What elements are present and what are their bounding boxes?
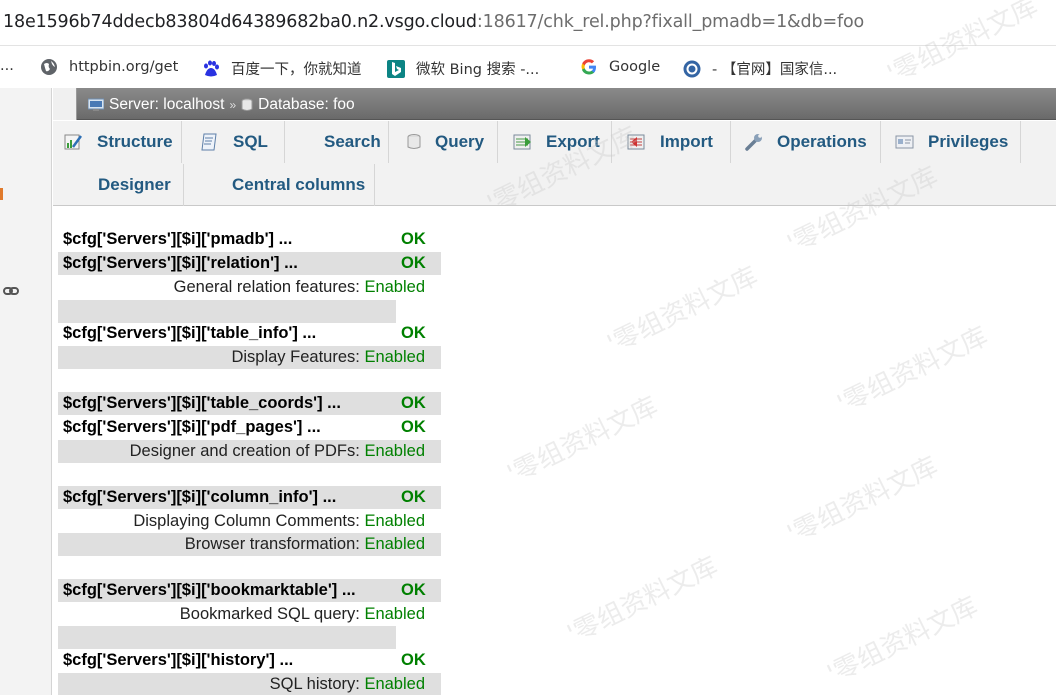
import-icon <box>627 134 645 150</box>
bookmarks-bar: ... httpbin.org/get 百度一下，你就知道 微软 Bing 搜索… <box>0 47 1056 87</box>
status-row-column-info: $cfg['Servers'][$i]['column_info'] ... O… <box>58 486 441 509</box>
status-row-pmadb: $cfg['Servers'][$i]['pmadb'] ... OK <box>63 230 426 248</box>
wrench-icon <box>745 134 762 151</box>
gov-icon <box>683 60 701 77</box>
status-ok: OK <box>401 230 426 248</box>
sql-icon <box>201 133 217 151</box>
breadcrumb-database[interactable]: Database: foo <box>258 96 355 114</box>
baidu-icon <box>204 60 219 76</box>
status-ok: OK <box>401 324 426 342</box>
tab-export[interactable]: Export <box>498 121 612 163</box>
spacer-row <box>58 626 396 649</box>
status-ok: OK <box>401 581 426 599</box>
tab-search[interactable]: Search <box>285 121 389 163</box>
google-icon <box>581 59 596 75</box>
status-ok: OK <box>401 651 426 669</box>
tab-privileges[interactable]: Privileges <box>881 121 1021 163</box>
server-icon <box>88 98 104 111</box>
feature-row-column-comments: Displaying Column Comments: Enabled <box>133 512 425 530</box>
status-enabled: Enabled <box>364 512 425 530</box>
tab-sql[interactable]: SQL <box>182 121 285 163</box>
status-row-relation: $cfg['Servers'][$i]['relation'] ... OK <box>58 252 441 275</box>
status-row-history: $cfg['Servers'][$i]['history'] ... OK <box>63 651 426 669</box>
structure-icon <box>64 134 83 150</box>
tab-query[interactable]: Query <box>389 121 498 163</box>
status-row-bookmarktable: $cfg['Servers'][$i]['bookmarktable'] ...… <box>58 579 441 602</box>
breadcrumb-bar: Server: localhost » Database: foo <box>53 88 1056 120</box>
bookmark-httpbin[interactable]: httpbin.org/get <box>40 58 178 76</box>
status-row-table-coords: $cfg['Servers'][$i]['table_coords'] ... … <box>58 392 441 415</box>
feature-row-bookmarked-sql: Bookmarked SQL query: Enabled <box>179 605 425 623</box>
bookmark-bing[interactable]: 微软 Bing 搜索 -... <box>387 58 539 79</box>
status-ok: OK <box>401 418 426 436</box>
spacer-row <box>58 300 396 323</box>
feature-row-designer-pdf: Designer and creation of PDFs: Enabled <box>58 440 441 463</box>
query-icon <box>407 134 421 149</box>
feature-row-display: Display Features: Enabled <box>58 346 441 369</box>
status-enabled: Enabled <box>364 278 425 296</box>
main-frame: Server: localhost » Database: foo Struct… <box>53 88 1056 695</box>
navigation-panel-strip <box>0 88 52 695</box>
address-bar[interactable]: 18e1596b74ddecb83804d64389682ba0.n2.vsgo… <box>0 0 1056 46</box>
tab-import[interactable]: Import <box>612 121 731 163</box>
tab-central-columns[interactable]: Central columns <box>183 164 375 206</box>
status-enabled: Enabled <box>364 675 425 693</box>
bookmark-google[interactable]: Google <box>580 58 660 76</box>
status-ok: OK <box>401 394 426 412</box>
export-icon <box>513 134 531 150</box>
globe-icon <box>41 59 57 75</box>
nav-accent <box>0 188 3 200</box>
status-row-pdf-pages: $cfg['Servers'][$i]['pdf_pages'] ... OK <box>63 418 426 436</box>
url-text[interactable]: 18e1596b74ddecb83804d64389682ba0.n2.vsgo… <box>3 12 864 32</box>
tab-structure[interactable]: Structure <box>53 121 182 163</box>
status-enabled: Enabled <box>364 535 425 553</box>
privileges-icon <box>895 135 914 149</box>
bing-icon <box>387 59 405 78</box>
status-ok: OK <box>401 488 426 506</box>
breadcrumb-separator: » <box>229 98 237 112</box>
tab-designer[interactable]: Designer <box>53 164 183 206</box>
bookmark-baidu[interactable]: 百度一下，你就知道 <box>202 58 362 79</box>
bookmark-overflow[interactable]: ... <box>0 58 14 74</box>
feature-row-sql-history: SQL history: Enabled <box>58 673 441 695</box>
top-menu: Structure SQL Search Query Export Import… <box>53 121 1056 206</box>
feature-row-general-relation: General relation features: Enabled <box>173 278 425 296</box>
link-icon[interactable] <box>3 285 19 297</box>
database-icon <box>241 98 253 111</box>
feature-row-browser-transformation: Browser transformation: Enabled <box>58 533 441 556</box>
breadcrumb-server[interactable]: Server: localhost <box>109 96 224 114</box>
status-ok: OK <box>401 254 426 272</box>
bookmark-gov[interactable]: - 【官网】国家信... <box>683 58 837 79</box>
status-row-table-info: $cfg['Servers'][$i]['table_info'] ... OK <box>63 324 426 342</box>
collapse-nav-button[interactable] <box>53 88 77 120</box>
status-enabled: Enabled <box>364 348 425 366</box>
status-enabled: Enabled <box>364 605 425 623</box>
tab-operations[interactable]: Operations <box>731 121 881 163</box>
breadcrumb: Server: localhost » Database: foo <box>88 96 355 114</box>
status-enabled: Enabled <box>364 442 425 460</box>
